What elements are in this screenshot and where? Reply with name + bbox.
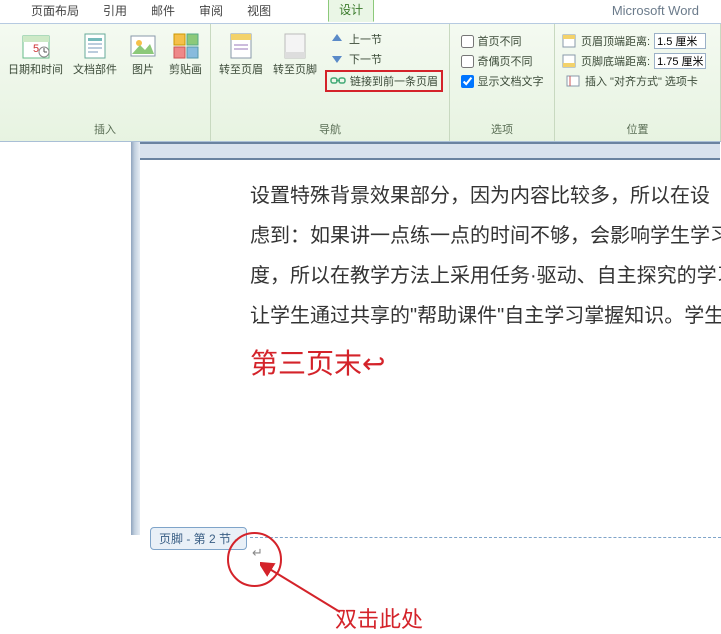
- body-text: 设置特殊背景效果部分，因为内容比较多，所以在设 虑到：如果讲一点练一点的时间不够…: [140, 160, 720, 336]
- document-area: 设置特殊背景效果部分，因为内容比较多，所以在设 虑到：如果讲一点练一点的时间不够…: [0, 142, 721, 535]
- header-distance-icon: [561, 34, 577, 48]
- checkbox-icon[interactable]: [461, 55, 474, 68]
- text-line: 让学生通过共享的"帮助课件"自主学习掌握知识。学生: [250, 296, 720, 336]
- docparts-button[interactable]: 文档部件: [71, 28, 119, 79]
- align-tab-icon: [565, 73, 581, 89]
- footer-boundary-line: [250, 537, 721, 538]
- next-section-button[interactable]: 下一节: [325, 50, 443, 68]
- goto-header-icon: [225, 30, 257, 62]
- checkbox-icon[interactable]: [461, 35, 474, 48]
- footer-distance-icon: [561, 54, 577, 68]
- previous-section-button[interactable]: 上一节: [325, 30, 443, 48]
- tab-mailings[interactable]: 邮件: [140, 0, 186, 23]
- header-distance-row: 页眉顶端距离:: [561, 32, 714, 50]
- arrow-up-icon: [329, 31, 345, 47]
- group-label-options: 选项: [491, 119, 513, 139]
- link-icon: [330, 73, 346, 89]
- footer-distance-input[interactable]: [654, 53, 706, 69]
- ruler-edge: [131, 142, 140, 535]
- clipart-icon: [170, 30, 202, 62]
- show-document-text-checkbox[interactable]: 显示文档文字: [459, 72, 546, 90]
- odd-even-different-checkbox[interactable]: 奇偶页不同: [459, 52, 546, 70]
- link-to-previous-button[interactable]: 链接到前一条页眉: [325, 70, 443, 92]
- arrow-down-icon: [329, 51, 345, 67]
- tab-view[interactable]: 视图: [236, 0, 282, 23]
- document-parts-icon: [79, 30, 111, 62]
- footer-distance-row: 页脚底端距离:: [561, 52, 714, 70]
- text-line: 设置特殊背景效果部分，因为内容比较多，所以在设: [250, 176, 720, 216]
- text-line: 虑到：如果讲一点练一点的时间不够，会影响学生学习情: [250, 216, 720, 256]
- page-top-margin: [140, 142, 720, 160]
- group-label-position: 位置: [561, 119, 714, 139]
- checkbox-icon[interactable]: [461, 75, 474, 88]
- tab-design[interactable]: 设计: [328, 0, 374, 22]
- tab-page-layout[interactable]: 页面布局: [20, 0, 90, 23]
- goto-footer-icon: [279, 30, 311, 62]
- page[interactable]: 设置特殊背景效果部分，因为内容比较多，所以在设 虑到：如果讲一点练一点的时间不够…: [140, 142, 721, 382]
- clipart-button[interactable]: 剪贴画: [167, 28, 204, 79]
- tab-review[interactable]: 审阅: [188, 0, 234, 23]
- text-line: 度，所以在教学方法上采用任务·驱动、自主探究的学习: [250, 256, 720, 296]
- group-label-nav: 导航: [319, 119, 341, 139]
- group-label-insert: 插入: [94, 119, 116, 139]
- annotation-text: 双击此处: [335, 602, 423, 634]
- red-annotation-pageend: 第三页末↩: [250, 342, 720, 382]
- picture-icon: [127, 30, 159, 62]
- ribbon-tabs: 页面布局 引用 邮件 审阅 视图 页眉和页脚工具 设计 Microsoft Wo…: [0, 0, 721, 24]
- datetime-button[interactable]: 5 日期和时间: [6, 28, 65, 79]
- tab-references[interactable]: 引用: [92, 0, 138, 23]
- app-title: Microsoft Word: [612, 3, 699, 18]
- picture-button[interactable]: 图片: [125, 28, 161, 79]
- svg-text:5: 5: [32, 43, 38, 55]
- first-page-different-checkbox[interactable]: 首页不同: [459, 32, 546, 50]
- insert-alignment-tab-button[interactable]: 插入 "对齐方式" 选项卡: [561, 72, 714, 90]
- goto-footer-button[interactable]: 转至页脚: [271, 28, 319, 79]
- header-distance-input[interactable]: [654, 33, 706, 49]
- calendar-icon: 5: [20, 30, 52, 62]
- goto-header-button[interactable]: 转至页眉: [217, 28, 265, 79]
- ribbon: 5 日期和时间 文档部件 图片 剪贴画: [0, 24, 721, 142]
